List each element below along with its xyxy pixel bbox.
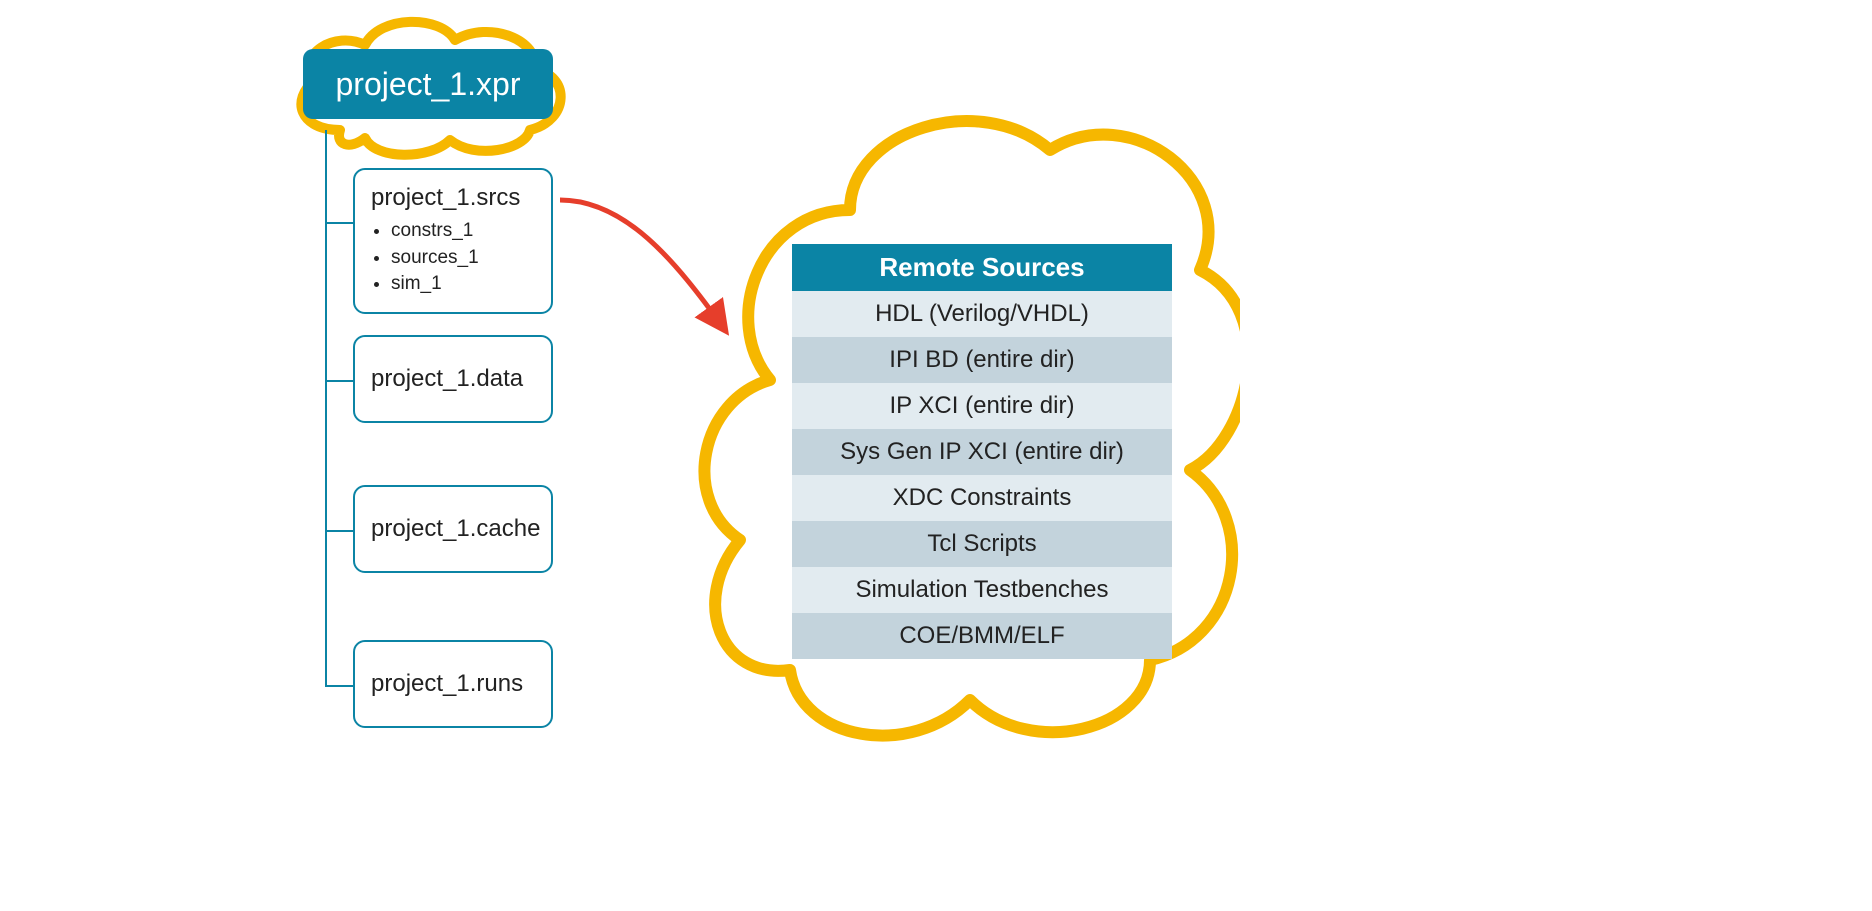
tree-trunk (325, 130, 327, 685)
table-cell: COE/BMM/ELF (792, 613, 1172, 659)
node-cache: project_1.cache (353, 485, 553, 573)
node-srcs: project_1.srcs constrs_1 sources_1 sim_1 (353, 168, 553, 314)
list-item: sim_1 (391, 271, 535, 298)
table-row: XDC Constraints (792, 475, 1172, 521)
table-row: HDL (Verilog/VHDL) (792, 291, 1172, 337)
table-row: COE/BMM/ELF (792, 613, 1172, 659)
node-srcs-list: constrs_1 sources_1 sim_1 (371, 218, 535, 298)
table-cell: Sys Gen IP XCI (entire dir) (792, 429, 1172, 475)
table-row: IPI BD (entire dir) (792, 337, 1172, 383)
remote-sources-table: Remote Sources HDL (Verilog/VHDL) IPI BD… (792, 244, 1172, 659)
remote-sources-cloud: Remote Sources HDL (Verilog/VHDL) IPI BD… (680, 70, 1240, 750)
table-cell: HDL (Verilog/VHDL) (792, 291, 1172, 337)
list-item: constrs_1 (391, 218, 535, 245)
table-cell: IPI BD (entire dir) (792, 337, 1172, 383)
node-data: project_1.data (353, 335, 553, 423)
node-runs: project_1.runs (353, 640, 553, 728)
table-header-row: Remote Sources (792, 244, 1172, 291)
node-title: project_1.data (371, 365, 535, 393)
table-row: IP XCI (entire dir) (792, 383, 1172, 429)
tree-branch (325, 222, 353, 224)
table-cell: IP XCI (entire dir) (792, 383, 1172, 429)
table-row: Tcl Scripts (792, 521, 1172, 567)
node-title: project_1.runs (371, 670, 535, 698)
tree-branch (325, 685, 353, 687)
table-cell: Simulation Testbenches (792, 567, 1172, 613)
root-project-box: project_1.xpr (303, 49, 553, 119)
tree-branch (325, 380, 353, 382)
table-row: Simulation Testbenches (792, 567, 1172, 613)
table-row: Sys Gen IP XCI (entire dir) (792, 429, 1172, 475)
table-cell: XDC Constraints (792, 475, 1172, 521)
diagram-stage: project_1.xpr project_1.srcs constrs_1 s… (0, 0, 1872, 911)
node-title: project_1.srcs (371, 184, 535, 212)
table-header: Remote Sources (792, 244, 1172, 291)
node-title: project_1.cache (371, 515, 535, 543)
root-project-label: project_1.xpr (336, 66, 521, 103)
tree-branch (325, 530, 353, 532)
table-cell: Tcl Scripts (792, 521, 1172, 567)
list-item: sources_1 (391, 245, 535, 272)
project-tree: project_1.srcs constrs_1 sources_1 sim_1… (325, 130, 575, 770)
